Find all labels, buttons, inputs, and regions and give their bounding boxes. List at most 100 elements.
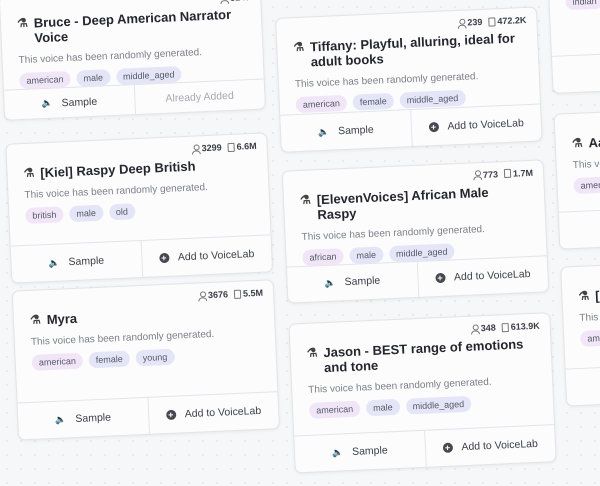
size-stat: 1.7M — [503, 167, 534, 179]
flask-icon: ⚗ — [29, 312, 42, 327]
voice-card: This voice has been randomly generated.i… — [546, 0, 600, 94]
already-added-button: Already Added — [133, 79, 265, 115]
tag: middle_aged — [399, 89, 466, 109]
card-actions: 🔈 — [565, 357, 600, 406]
voice-stats — [561, 256, 600, 285]
tag: american — [31, 352, 84, 371]
add-to-voicelab-button[interactable]: + Add to VoiceLab — [423, 425, 556, 467]
users-count: 348 — [480, 322, 496, 334]
speaker-icon: 🔈 — [48, 257, 60, 268]
already-added-label: Already Added — [165, 89, 235, 105]
file-icon — [227, 142, 235, 152]
size-stat: 613.9K — [501, 320, 540, 333]
speaker-icon: 🔈 — [317, 126, 330, 137]
add-label: Add to VoiceLab — [453, 268, 531, 284]
plus-circle-icon: + — [165, 409, 176, 421]
size-value: 472.2K — [497, 14, 527, 27]
add-label: Add to VoiceLab — [461, 437, 539, 454]
tag: old — [108, 203, 136, 221]
card-actions: 🔈 Sample + Add to VoiceLab — [294, 424, 556, 473]
add-label: Add to VoiceLab — [177, 248, 255, 264]
tag: american — [295, 94, 348, 114]
voice-library-grid: 8149⚗Bruce - Deep American Narrator Voic… — [0, 0, 600, 474]
sample-button[interactable]: 🔈 Sample — [294, 431, 425, 473]
sample-label: Sample — [75, 411, 112, 426]
plus-circle-icon: + — [428, 121, 439, 133]
sample-button[interactable]: 🔈 — [566, 358, 600, 405]
flask-icon: ⚗ — [23, 165, 35, 181]
size-value: 613.9K — [510, 320, 540, 332]
tag: american — [579, 328, 600, 347]
plus-circle-icon: + — [158, 252, 170, 264]
tag: british — [25, 206, 64, 224]
user-icon — [457, 18, 465, 27]
voice-stats — [555, 103, 600, 132]
tag: middle_aged — [405, 395, 472, 415]
tag: male — [365, 398, 400, 417]
speaker-icon: 🔈 — [331, 446, 344, 458]
user-icon — [471, 324, 479, 333]
flask-icon: ⚗ — [306, 345, 318, 360]
user-icon — [191, 144, 199, 153]
voice-card: 239 472.2K ⚗ Tiffany: Playful, alluring, id… — [275, 6, 543, 153]
voice-card: 3676 5.5M ⚗ Myra This voice has been randoml… — [11, 279, 280, 441]
card-actions: 🔈 Sample + Add to VoiceLab — [17, 391, 279, 440]
sample-button[interactable]: 🔈 Sample — [4, 85, 135, 120]
sample-label: Sample — [351, 444, 388, 458]
tag-list: indian — [549, 0, 600, 11]
flask-icon: ⚗ — [293, 39, 305, 55]
users-count: 3299 — [201, 142, 222, 154]
sample-button[interactable]: 🔈 Sample — [18, 398, 149, 440]
sample-button[interactable]: 🔈 — [559, 201, 600, 248]
users-stat: 3676 — [198, 289, 228, 300]
size-value: 5.5M — [242, 287, 264, 299]
sample-button[interactable]: 🔈 — [552, 46, 600, 93]
add-label: Add to VoiceLab — [184, 404, 262, 421]
sample-label: Sample — [61, 95, 98, 109]
tag: male — [69, 204, 104, 223]
voice-name: [E — [594, 287, 600, 304]
plus-circle-icon: + — [442, 442, 453, 454]
voice-card: ⚗AaThis voice has been randomly generate… — [553, 102, 600, 250]
speaker-icon: 🔈 — [54, 413, 67, 425]
sample-button[interactable]: 🔈 Sample — [11, 241, 142, 283]
user-icon — [220, 0, 228, 3]
voice-name: Myra — [46, 310, 78, 328]
users-count: 773 — [482, 169, 499, 180]
users-stat: 773 — [473, 169, 498, 180]
size-value: 6.6M — [236, 140, 257, 152]
voice-card: ⚗[EThis voice has been randomly generate… — [560, 255, 600, 407]
plus-circle-icon: + — [434, 273, 446, 284]
add-to-voicelab-button[interactable]: + Add to VoiceLab — [140, 235, 273, 277]
tag: male — [76, 69, 111, 87]
flask-icon: ⚗ — [578, 288, 590, 303]
size-stat: 6.6M — [227, 140, 257, 152]
sample-label: Sample — [337, 123, 374, 138]
tag: female — [88, 350, 131, 369]
tag: young — [135, 348, 175, 367]
sample-button[interactable]: 🔈 Sample — [287, 262, 418, 303]
speaker-icon: 🔈 — [324, 277, 336, 288]
tag: female — [352, 92, 395, 111]
add-to-voicelab-button[interactable]: + Add to VoiceLab — [416, 256, 549, 297]
size-stat: 472.2K — [488, 14, 527, 27]
voice-card: 348 613.9K ⚗ Jason - BEST range of emotions… — [288, 312, 557, 474]
add-to-voicelab-button[interactable]: + Add to VoiceLab — [146, 392, 279, 434]
add-to-voicelab-button[interactable]: + Add to VoiceLab — [409, 104, 542, 147]
size-stat: 5.5M — [233, 287, 264, 299]
voice-card: 3299 6.6M ⚗ [Kiel] Raspy Deep British This v… — [5, 132, 274, 284]
users-count: 3676 — [207, 289, 229, 301]
tag: indian — [565, 0, 600, 11]
flask-icon: ⚗ — [16, 15, 29, 31]
flask-icon: ⚗ — [299, 192, 312, 207]
sample-label: Sample — [68, 254, 105, 269]
size-value: 1.7M — [512, 167, 534, 179]
users-stat: 348 — [470, 323, 495, 334]
user-icon — [198, 291, 206, 300]
users-count: 239 — [467, 16, 483, 28]
file-icon — [488, 16, 496, 27]
user-icon — [473, 170, 481, 179]
tag: african — [302, 247, 344, 266]
sample-button[interactable]: 🔈 Sample — [280, 110, 411, 152]
voice-card: 8149⚗Bruce - Deep American Narrator Voic… — [0, 0, 267, 121]
